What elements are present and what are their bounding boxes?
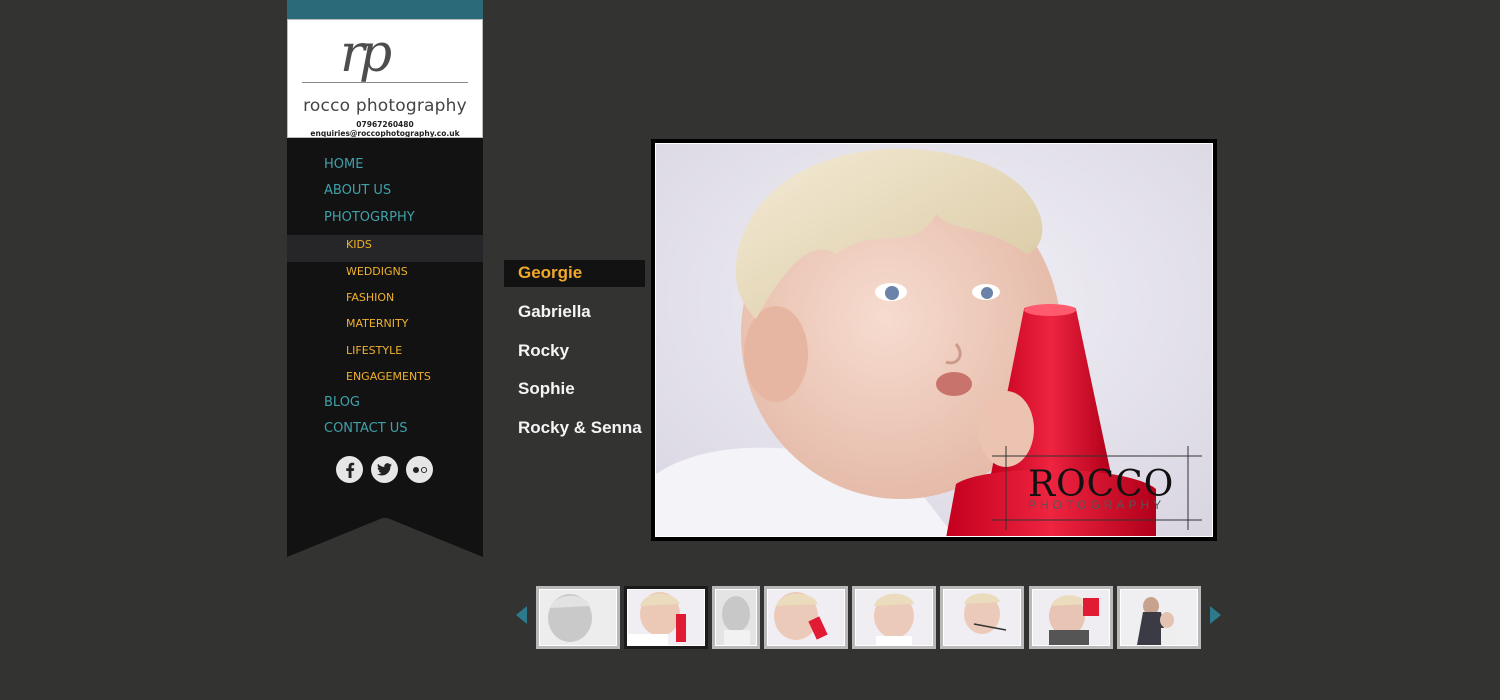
thumbnail[interactable] [624,586,708,649]
thumbnail[interactable] [764,586,848,649]
nav-sub-engagements[interactable]: ENGAGEMENTS [287,367,483,393]
gallery-list: Georgie Gabriella Rocky Sophie Rocky & S… [504,260,645,454]
previous-arrow-icon[interactable] [516,606,527,624]
main-photo-frame: ROCCO PHOTOGRAPHY [651,139,1217,541]
nav-home[interactable]: HOME [287,156,483,182]
main-nav: HOME ABOUT US PHOTOGRPHY KIDS WEDDIGNS F… [287,138,483,518]
thumbnail[interactable] [852,586,936,649]
sidebar-ribbon [287,517,483,557]
nav-sub-fashion[interactable]: FASHION [287,288,483,314]
sidebar-top-bar [287,0,483,19]
watermark-sub: PHOTOGRAPHY [1028,498,1166,512]
gallery-item-gabriella[interactable]: Gabriella [504,299,645,338]
thumbnail[interactable] [1029,586,1113,649]
logo[interactable]: rp rocco photography 07967260480 enquiri… [287,19,483,138]
main-photo[interactable]: ROCCO PHOTOGRAPHY [655,143,1213,537]
nav-blog[interactable]: BLOG [287,394,483,420]
nav-photography[interactable]: PHOTOGRPHY [287,209,483,235]
thumbnail[interactable] [940,586,1024,649]
thumbnail[interactable] [712,586,760,649]
thumbnail[interactable] [1117,586,1201,649]
flickr-icon[interactable] [406,456,433,483]
gallery-item-rocky[interactable]: Rocky [504,338,645,377]
logo-monogram: rp [340,24,392,84]
twitter-icon[interactable] [371,456,398,483]
gallery-item-rocky-senna[interactable]: Rocky & Senna [504,415,645,454]
photo-watermark: ROCCO PHOTOGRAPHY [992,446,1202,530]
facebook-icon[interactable] [336,456,363,483]
thumbnail[interactable] [536,586,620,649]
thumbnail-strip [516,586,1224,649]
nav-contact-us[interactable]: CONTACT US [287,420,483,446]
gallery-item-sophie[interactable]: Sophie [504,376,645,415]
logo-divider [302,82,468,83]
logo-name: rocco photography [303,96,467,116]
gallery-item-georgie[interactable]: Georgie [504,260,645,287]
next-arrow-icon[interactable] [1210,606,1221,624]
social-links [336,456,433,483]
nav-about-us[interactable]: ABOUT US [287,182,483,208]
logo-contact: 07967260480 enquiries@roccophotography.c… [310,120,460,138]
nav-sub-lifestyle[interactable]: LIFESTYLE [287,341,483,367]
nav-sub-kids[interactable]: KIDS [287,235,483,262]
nav-sub-maternity[interactable]: MATERNITY [287,314,483,340]
nav-sub-weddings[interactable]: WEDDIGNS [287,262,483,288]
sidebar: rp rocco photography 07967260480 enquiri… [287,0,483,557]
